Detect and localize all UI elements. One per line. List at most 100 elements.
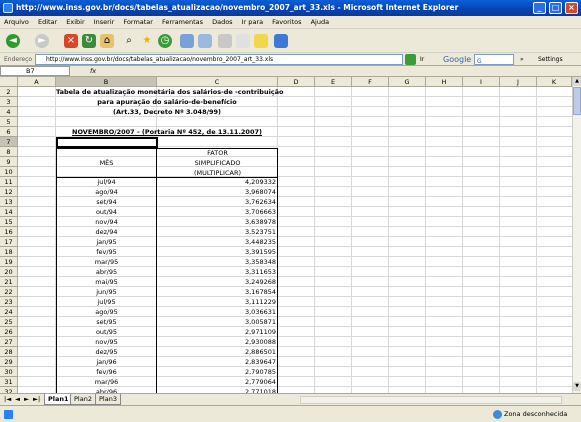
cell-mes[interactable]: jun/95	[56, 287, 157, 297]
google-search-input[interactable]: G	[474, 54, 514, 65]
settings-button[interactable]: Settings	[538, 53, 563, 66]
cell-mes[interactable]: nov/95	[56, 337, 157, 347]
row-header[interactable]: 25	[0, 317, 18, 327]
sheet-tab-plan1[interactable]: Plan1	[44, 394, 73, 405]
cell-mes[interactable]: abr/95	[56, 267, 157, 277]
selected-cell-b7[interactable]	[56, 137, 158, 148]
search-icon[interactable]: ⌕	[122, 34, 136, 48]
refresh-icon[interactable]: ↻	[82, 34, 96, 48]
print-icon[interactable]	[198, 34, 212, 48]
cell-fator[interactable]: 2,779064	[157, 377, 276, 387]
cell-fator[interactable]: 3,111229	[157, 297, 276, 307]
fx-icon[interactable]: fx	[90, 66, 96, 77]
sheet-tab-plan2[interactable]: Plan2	[70, 394, 96, 405]
cell-mes[interactable]: fev/96	[56, 367, 157, 377]
row-header[interactable]: 9	[0, 157, 18, 167]
vertical-scrollbar[interactable]: ▲ ▼	[572, 77, 581, 393]
cell-mes[interactable]: ago/95	[56, 307, 157, 317]
cell-mes[interactable]: mar/95	[56, 257, 157, 267]
row-header[interactable]: 14	[0, 207, 18, 217]
column-header-b[interactable]: B	[56, 77, 157, 87]
more-icon[interactable]: »	[520, 53, 524, 66]
row-header[interactable]: 20	[0, 267, 18, 277]
column-header-j[interactable]: J	[500, 77, 537, 87]
favorites-icon[interactable]: ★	[140, 34, 154, 48]
cell-mes[interactable]: jan/96	[56, 357, 157, 367]
cell-fator[interactable]: 2,971109	[157, 327, 276, 337]
column-header-g[interactable]: G	[389, 77, 426, 87]
row-header[interactable]: 26	[0, 327, 18, 337]
cell-mes[interactable]: ago/94	[56, 187, 157, 197]
row-header[interactable]: 10	[0, 167, 18, 177]
cell-mes[interactable]: dez/94	[56, 227, 157, 237]
scroll-up-button[interactable]: ▲	[573, 77, 581, 86]
tab-nav-last[interactable]: ►|	[33, 394, 40, 405]
address-input[interactable]: http://www.inss.gov.br/docs/tabelas_atua…	[35, 54, 403, 65]
row-header[interactable]: 24	[0, 307, 18, 317]
row-header[interactable]: 28	[0, 347, 18, 357]
close-button[interactable]: ×	[565, 2, 578, 14]
cell-fator[interactable]: 2,790785	[157, 367, 276, 377]
messenger-icon[interactable]	[274, 34, 288, 48]
menu-favoritos[interactable]: Favoritos	[272, 18, 301, 26]
cell-mes[interactable]: set/94	[56, 197, 157, 207]
maximize-button[interactable]: □	[549, 2, 562, 14]
row-header[interactable]: 2	[0, 87, 18, 97]
horizontal-scrollbar[interactable]	[300, 396, 562, 404]
column-header-h[interactable]: H	[426, 77, 463, 87]
row-header[interactable]: 11	[0, 177, 18, 187]
folder-icon[interactable]	[254, 34, 268, 48]
row-header[interactable]: 30	[0, 367, 18, 377]
go-icon[interactable]	[405, 54, 416, 65]
cell-fator[interactable]: 3,706663	[157, 207, 276, 217]
cell-mes[interactable]: jul/94	[56, 177, 157, 187]
tab-nav-next[interactable]: ►	[24, 394, 29, 405]
menu-formatar[interactable]: Formatar	[123, 18, 153, 26]
menu-editar[interactable]: Editar	[38, 18, 57, 26]
mail-icon[interactable]	[180, 34, 194, 48]
discuss-icon[interactable]	[236, 34, 250, 48]
menu-ajuda[interactable]: Ajuda	[311, 18, 329, 26]
column-header-f[interactable]: F	[352, 77, 389, 87]
select-all-corner[interactable]	[0, 77, 18, 87]
column-header-k[interactable]: K	[537, 77, 572, 87]
column-header-d[interactable]: D	[278, 77, 315, 87]
cell-mes[interactable]: fev/95	[56, 247, 157, 257]
forward-icon[interactable]: ►	[35, 34, 49, 48]
row-header[interactable]: 31	[0, 377, 18, 387]
cell-fator[interactable]: 3,167854	[157, 287, 276, 297]
row-header[interactable]: 13	[0, 197, 18, 207]
row-header[interactable]: 4	[0, 107, 18, 117]
row-header[interactable]: 27	[0, 337, 18, 347]
row-header[interactable]: 21	[0, 277, 18, 287]
cell-fator[interactable]: 3,523751	[157, 227, 276, 237]
column-header-c[interactable]: C	[157, 77, 278, 87]
cell-fator[interactable]: 3,448235	[157, 237, 276, 247]
row-header[interactable]: 12	[0, 187, 18, 197]
cell-fator[interactable]: 3,638978	[157, 217, 276, 227]
cell-fator[interactable]: 3,005871	[157, 317, 276, 327]
cell-mes[interactable]: jul/95	[56, 297, 157, 307]
row-header[interactable]: 5	[0, 117, 18, 127]
minimize-button[interactable]: _	[533, 2, 546, 14]
cell-fator[interactable]: 3,968074	[157, 187, 276, 197]
row-header[interactable]: 29	[0, 357, 18, 367]
stop-icon[interactable]: ×	[64, 34, 78, 48]
cell-mes[interactable]: nov/94	[56, 217, 157, 227]
menu-arquivo[interactable]: Arquivo	[4, 18, 29, 26]
row-header[interactable]: 19	[0, 257, 18, 267]
tab-nav-prev[interactable]: ◄	[15, 394, 20, 405]
menu-inserir[interactable]: Inserir	[94, 18, 115, 26]
go-label[interactable]: Ir	[420, 53, 424, 66]
name-box[interactable]: B7	[0, 66, 70, 76]
column-header-a[interactable]: A	[18, 77, 56, 87]
column-header-e[interactable]: E	[315, 77, 352, 87]
cell-fator[interactable]: 2,886501	[157, 347, 276, 357]
row-header[interactable]: 6	[0, 127, 18, 137]
cell-mes[interactable]: dez/95	[56, 347, 157, 357]
cell-mes[interactable]: set/95	[56, 317, 157, 327]
column-header-i[interactable]: I	[463, 77, 500, 87]
row-header[interactable]: 16	[0, 227, 18, 237]
cell-fator[interactable]: 3,391595	[157, 247, 276, 257]
sheet-tab-plan3[interactable]: Plan3	[95, 394, 121, 405]
